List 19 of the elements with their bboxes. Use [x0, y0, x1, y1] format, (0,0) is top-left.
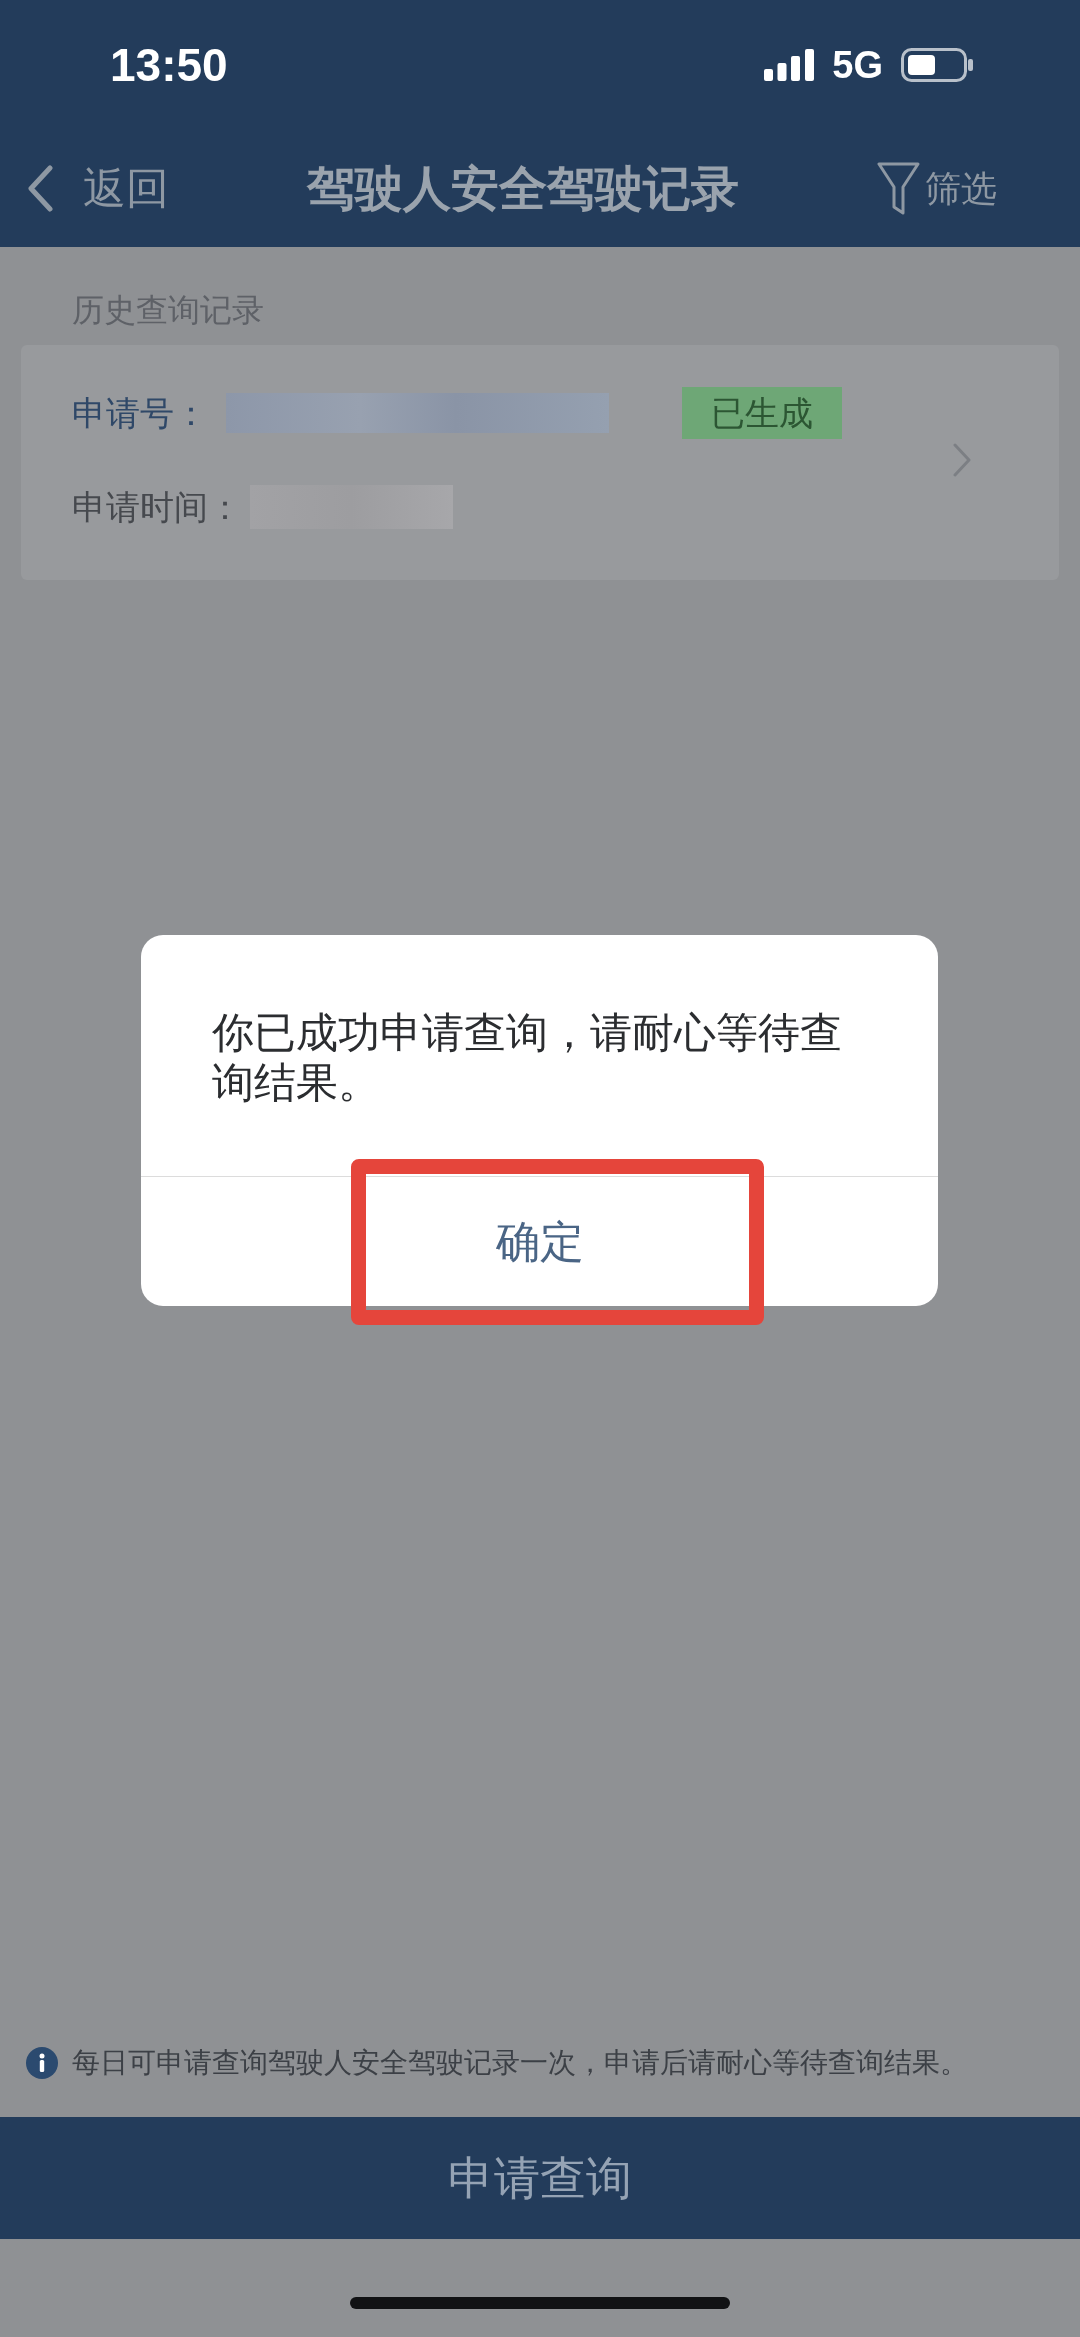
record-card[interactable]: 申请号： 已生成 申请时间： [21, 345, 1059, 580]
page-title: 驾驶人安全驾驶记录 [305, 164, 740, 213]
back-button[interactable]: 返回 [27, 165, 169, 212]
status-badge: 已生成 [682, 387, 842, 439]
network-label: 5G [832, 46, 883, 84]
chevron-left-icon [27, 165, 53, 212]
chevron-right-icon [953, 443, 971, 477]
field-label: 申请号： [72, 396, 208, 430]
filter-button[interactable]: 筛选 [877, 162, 997, 215]
confirm-button[interactable]: 确定 [141, 1176, 938, 1306]
battery-icon [901, 48, 973, 82]
status-time: 13:50 [110, 42, 228, 88]
field-label: 申请时间： [72, 490, 242, 524]
dialog-message: 你已成功申请查询，请耐心等待查询结果。 [211, 1008, 843, 1108]
funnel-icon [877, 162, 920, 215]
apply-query-button[interactable]: 申请查询 [0, 2117, 1080, 2239]
info-icon [26, 2047, 58, 2079]
signal-icon [764, 49, 815, 81]
notice-text: 每日可申请查询驾驶人安全驾驶记录一次，申请后请耐心等待查询结果。 [72, 2049, 968, 2077]
